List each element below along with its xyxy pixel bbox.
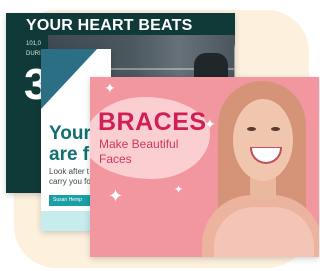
corner-triangle bbox=[41, 49, 97, 109]
your-body-line-2: carry you fo bbox=[49, 177, 91, 186]
heart-card-title: YOUR HEART BEATS bbox=[26, 17, 193, 34]
heart-meta-line-1: 101,0 bbox=[26, 41, 42, 47]
your-body-line-1: Look after t bbox=[49, 167, 90, 176]
sparkle-icon: ✦ bbox=[104, 80, 116, 96]
your-card-body: Look after t carry you fo bbox=[49, 167, 91, 187]
braces-title: BRACES bbox=[98, 108, 207, 136]
person-eye-left bbox=[247, 127, 256, 131]
template-card-braces[interactable]: BRACES Make Beautiful Faces ✦ ✦ ✦ ✦ bbox=[90, 77, 319, 257]
braces-subtitle: Make Beautiful Faces bbox=[99, 137, 179, 166]
sparkle-icon: ✦ bbox=[204, 116, 216, 132]
person-eye-right bbox=[271, 127, 280, 131]
person-face bbox=[233, 99, 293, 181]
sparkle-icon: ✦ bbox=[108, 186, 124, 206]
sparkle-icon: ✦ bbox=[174, 184, 184, 196]
